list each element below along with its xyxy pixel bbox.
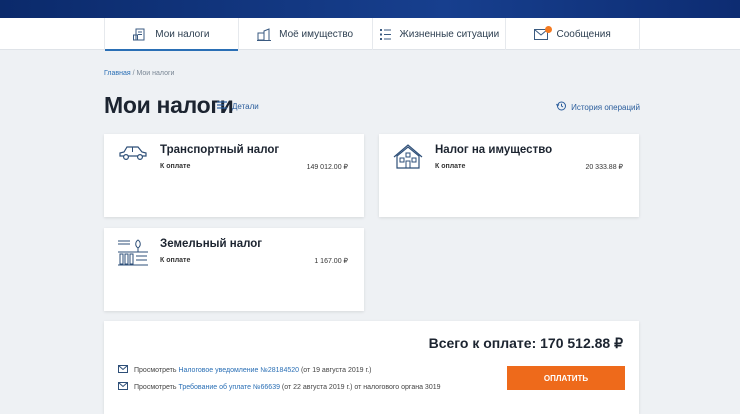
notification-badge (545, 25, 553, 33)
property-tax-card[interactable]: Налог на имущество К оплате 20 333.88 ₽ (379, 134, 639, 217)
top-header-bar (0, 0, 740, 18)
transport-tax-card[interactable]: Транспортный налог К оплате 149 012.00 ₽ (104, 134, 364, 217)
land-icon (118, 238, 148, 271)
card-amount: 1 167.00 ₽ (314, 258, 348, 265)
payment-summary: Всего к оплате: 170 512.88 ₽ Просмотреть… (104, 321, 639, 414)
card-label: К оплате (160, 257, 191, 264)
card-label: К оплате (435, 163, 466, 170)
notice-suffix: (от 19 августа 2019 г.) (299, 366, 372, 374)
history-clock-icon (556, 101, 567, 113)
breadcrumb-home-link[interactable]: Главная (104, 70, 131, 77)
card-title: Налог на имущество (435, 144, 553, 156)
tab-label: Сообщения (556, 28, 611, 40)
property-icon (257, 27, 272, 41)
history-label: История операций (571, 102, 640, 112)
page-title: Мои налоги (104, 92, 234, 118)
checklist-icon (379, 28, 392, 41)
car-icon (118, 144, 148, 167)
payment-demand-link[interactable]: Требование об уплате №66639 (178, 384, 280, 391)
tax-notice-link[interactable]: Налоговое уведомление №28184520 (178, 367, 299, 374)
details-label: Детали (232, 101, 259, 111)
history-link[interactable]: История операций (556, 101, 640, 113)
demand-suffix: (от 22 августа 2019 г.) от налогового ор… (279, 383, 441, 391)
card-amount: 149 012.00 ₽ (306, 164, 348, 171)
card-title: Земельный налог (160, 238, 263, 250)
breadcrumb-current: Мои налоги (136, 70, 175, 77)
total-amount: Всего к оплате: 170 512.88 ₽ (428, 335, 623, 351)
menu-lines-icon (217, 101, 227, 111)
envelope-icon (118, 365, 128, 375)
envelope-icon (534, 25, 553, 40)
card-title: Транспортный налог (160, 144, 280, 156)
card-amount: 20 333.88 ₽ (585, 164, 623, 171)
tab-my-taxes[interactable]: Мои налоги (104, 18, 238, 51)
tab-label: Жизненные ситуации (399, 28, 500, 40)
tab-life-situations[interactable]: Жизненные ситуации (371, 18, 506, 50)
notice-prefix: Просмотреть (134, 366, 179, 374)
tax-notice-line: Просмотреть Налоговое уведомление №28184… (118, 365, 371, 375)
card-label: К оплате (160, 163, 191, 170)
tab-my-property[interactable]: Моё имущество (237, 18, 372, 50)
demand-prefix: Просмотреть (134, 383, 179, 391)
payment-demand-line: Просмотреть Требование об уплате №66639 … (118, 382, 441, 392)
land-tax-card[interactable]: Земельный налог К оплате 1 167.00 ₽ (104, 228, 364, 311)
main-nav: Мои налоги Моё имущество Жизненные ситуа… (0, 18, 740, 51)
pay-button[interactable]: ОПЛАТИТЬ (507, 366, 625, 390)
envelope-icon (118, 382, 128, 392)
breadcrumb: Главная / Мои налоги (104, 70, 174, 77)
details-link[interactable]: Детали (217, 101, 259, 111)
tax-document-icon (133, 28, 147, 41)
tab-label: Мои налоги (155, 28, 210, 40)
tab-messages[interactable]: Сообщения (505, 18, 640, 50)
house-icon (393, 144, 423, 175)
tab-label: Моё имущество (279, 28, 354, 40)
